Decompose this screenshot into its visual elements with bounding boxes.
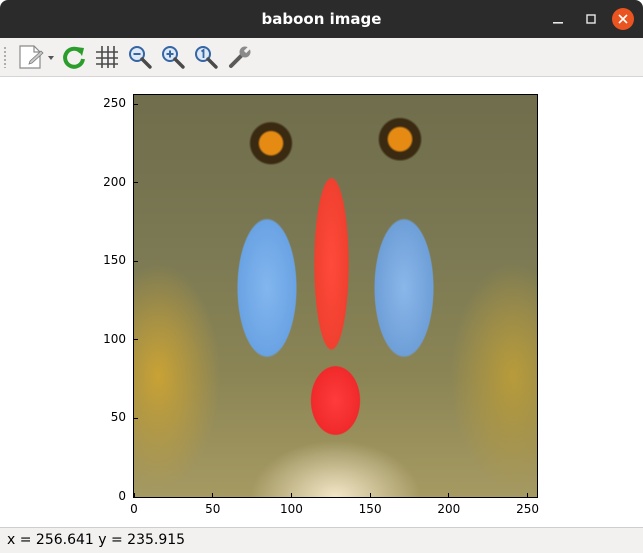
x-tick [212,493,214,498]
refresh-button[interactable] [60,43,88,71]
zoom-in-button[interactable] [159,43,187,71]
zoom-reset-button[interactable] [192,43,220,71]
y-tick-label: 50 [110,410,126,425]
maximize-icon[interactable] [581,9,601,29]
settings-wrench-icon [229,44,253,68]
x-tick-label: 50 [205,502,221,516]
status-bar: x = 256.641 y = 235.915 [0,527,643,553]
y-tick [133,260,138,262]
y-tick [133,417,138,419]
x-tick-label: 250 [516,502,539,516]
y-tick [133,496,138,498]
grid-icon [96,46,118,68]
close-icon[interactable] [612,8,634,30]
settings-button[interactable] [226,43,254,71]
export-document-icon [19,45,54,69]
y-tick-label: 100 [103,331,126,346]
y-tick-label: 250 [103,96,126,111]
grid-button[interactable] [93,43,121,71]
refresh-icon [63,46,85,69]
x-tick [369,493,371,498]
baboon-image[interactable] [133,94,538,498]
x-tick-label: 150 [358,502,382,516]
x-tick [448,493,450,498]
y-tick [133,103,138,105]
y-tick [133,182,138,184]
zoom-out-button[interactable] [126,43,154,71]
zoom-in-icon [162,46,185,69]
minimize-icon[interactable] [548,9,568,29]
zoom-reset-icon [195,46,218,69]
title-bar: baboon image [0,0,643,38]
x-tick-label: 0 [130,502,138,516]
y-tick [133,339,138,341]
x-tick [290,493,292,498]
toolbar [0,38,643,77]
y-tick-label: 200 [103,174,126,189]
x-tick-label: 100 [279,502,303,516]
y-tick-label: 150 [103,253,126,268]
x-tick-label: 200 [437,502,461,516]
cursor-coordinates: x = 256.641 y = 235.915 [7,532,186,548]
export-document-button[interactable] [14,43,56,71]
zoom-out-icon [129,46,152,69]
y-tick-label: 0 [118,489,126,503]
toolbar-grip[interactable] [3,46,7,68]
x-tick [527,493,529,498]
window-title: baboon image [261,10,382,28]
